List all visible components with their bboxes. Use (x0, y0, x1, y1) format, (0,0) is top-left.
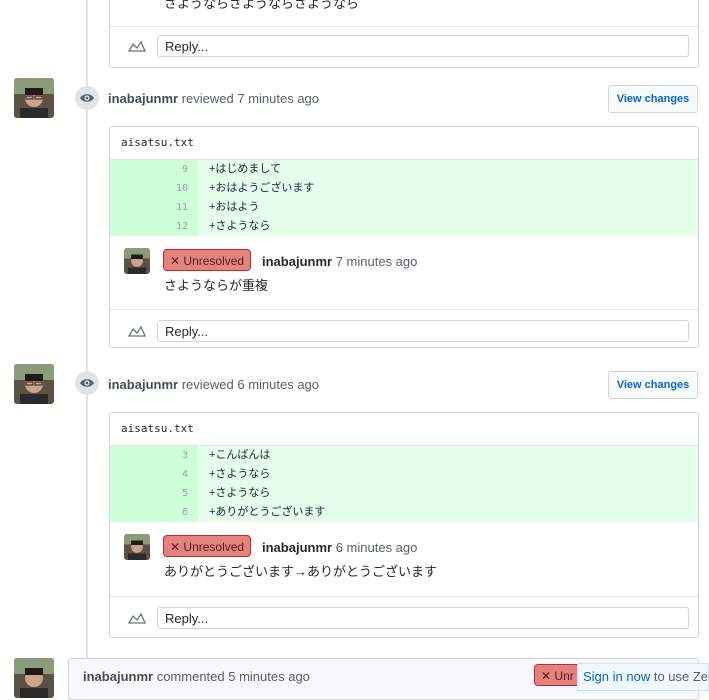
avatar[interactable] (124, 534, 150, 560)
comment-body: ありがとうございます→ありがとうございます (164, 564, 438, 579)
diff-line: 12 +さようなら (110, 217, 698, 236)
comment-body: さようならが重複 (164, 278, 269, 293)
line-code: +さようなら (198, 484, 698, 503)
line-number[interactable]: 6 (110, 503, 198, 522)
reply-input[interactable]: Reply... (157, 607, 689, 629)
line-code: +さようなら (198, 217, 698, 236)
reply-icon (127, 325, 147, 337)
diff-line: 11 +おはよう (110, 198, 698, 217)
review-event: inabajunmr reviewed 7 minutes ago (108, 91, 319, 106)
signin-bar: Sign in now to use Ze (577, 663, 709, 691)
diff-line: 6 +ありがとうございます (110, 503, 698, 522)
line-code: +おはようございます (198, 179, 698, 198)
eye-icon (75, 86, 99, 110)
avatar[interactable] (14, 658, 54, 698)
comment-time[interactable]: 7 minutes ago (336, 254, 418, 269)
line-code: +さようなら (198, 465, 698, 484)
file-name[interactable]: aisatsu.txt (121, 422, 194, 435)
review-action: reviewed (181, 377, 234, 392)
eye-icon (75, 371, 99, 395)
reply-input[interactable]: Reply... (157, 320, 689, 342)
unresolved-badge[interactable]: ✕ Unresolved (163, 249, 252, 271)
line-number[interactable]: 5 (110, 484, 198, 503)
comment-author[interactable]: inabajunmr (262, 254, 332, 269)
top-comment-body: さようならさようならさようなら (164, 0, 360, 11)
comment-header: inabajunmr commented 5 minutes ago (83, 669, 310, 684)
status-label: Unresolved (183, 254, 245, 268)
review-time[interactable]: 7 minutes ago (237, 91, 319, 106)
diff-line: 4 +さようなら (110, 465, 698, 484)
status-label: Unr (554, 669, 574, 683)
review-event: inabajunmr reviewed 6 minutes ago (108, 377, 319, 392)
avatar[interactable] (124, 248, 150, 274)
line-code: +おはよう (198, 198, 698, 217)
line-code: +はじめまして (198, 160, 698, 179)
line-code: +ありがとうございます (198, 503, 698, 522)
reply-icon (127, 612, 147, 624)
status-label: Unresolved (183, 540, 245, 554)
diff-line: 10 +おはようございます (110, 179, 698, 198)
comment-header: inabajunmr 7 minutes ago (262, 254, 417, 269)
line-number[interactable]: 4 (110, 465, 198, 484)
comment-time[interactable]: 5 minutes ago (228, 669, 310, 684)
x-icon: ✕ (170, 254, 181, 268)
review-action: reviewed (181, 91, 234, 106)
avatar[interactable] (14, 78, 54, 118)
line-number[interactable]: 10 (110, 179, 198, 198)
line-number[interactable]: 11 (110, 198, 198, 217)
review-thread: aisatsu.txt 9 +はじめまして 10 +おはようございます 11 +おはよ… (109, 126, 699, 348)
review-thread: aisatsu.txt 3 +こんばんは 4 +さようなら 5 +さようなら 6 +あり… (109, 412, 699, 638)
view-changes-button[interactable]: View changes (608, 85, 698, 113)
signin-text: to use Ze (653, 669, 709, 684)
view-changes-button[interactable]: View changes (608, 371, 698, 399)
diff-line: 3 +こんばんは (110, 446, 698, 465)
x-icon: ✕ (170, 540, 181, 554)
x-icon: ✕ (541, 669, 552, 683)
comment-author[interactable]: inabajunmr (83, 669, 153, 684)
line-number[interactable]: 3 (110, 446, 198, 465)
line-number[interactable]: 12 (110, 217, 198, 236)
review-author[interactable]: inabajunmr (108, 377, 178, 392)
reply-input[interactable]: Reply... (157, 35, 689, 57)
comment-author[interactable]: inabajunmr (262, 540, 332, 555)
diff-line: 5 +さようなら (110, 484, 698, 503)
top-comment-box: さようならさようならさようなら Reply... (109, 0, 699, 68)
diff-line: 9 +はじめまして (110, 160, 698, 179)
line-code: +こんばんは (198, 446, 698, 465)
reply-icon (127, 40, 147, 52)
review-time[interactable]: 6 minutes ago (237, 377, 319, 392)
avatar[interactable] (14, 364, 54, 404)
signin-link[interactable]: Sign in now (583, 669, 650, 684)
comment-time[interactable]: 6 minutes ago (336, 540, 418, 555)
file-name[interactable]: aisatsu.txt (121, 136, 194, 149)
unresolved-badge[interactable]: ✕ Unresolved (163, 535, 252, 557)
line-number[interactable]: 9 (110, 160, 198, 179)
review-author[interactable]: inabajunmr (108, 91, 178, 106)
comment-action: commented (156, 669, 225, 684)
comment-header: inabajunmr 6 minutes ago (262, 540, 417, 555)
